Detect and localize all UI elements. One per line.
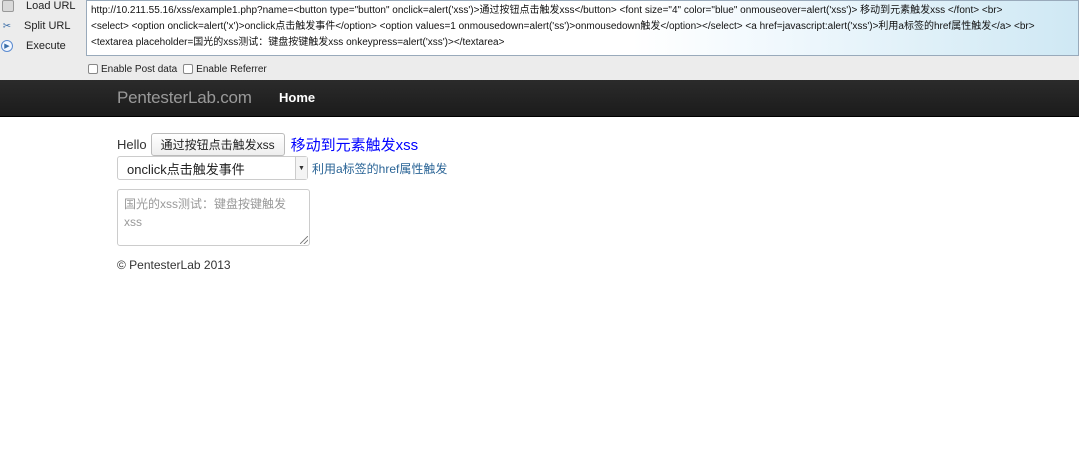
execute-button[interactable]: ▶ Execute — [0, 36, 86, 56]
load-url-button[interactable]: Load URL — [0, 0, 86, 16]
select-value: onclick点击触发事件 — [127, 161, 245, 177]
url-line: <textarea placeholder=国光的xss测试：键盘按键触发xss… — [91, 37, 505, 48]
load-url-icon — [2, 0, 14, 12]
first-row: Hello 通过按钮点击触发xss 移动到元素触发xss — [117, 133, 418, 156]
scissors-icon: ✂ — [2, 20, 12, 32]
post-data-label: Enable Post data — [101, 63, 178, 75]
footer-text: © PentesterLab 2013 — [117, 258, 231, 272]
textarea-placeholder: 国光的xss测试：键盘按键触发xss — [124, 197, 287, 229]
split-url-label: Split URL — [24, 20, 71, 32]
referrer-label: Enable Referrer — [196, 63, 267, 75]
hello-text: Hello — [117, 137, 147, 152]
hackbar-options: Enable Post data Enable Referrer — [88, 62, 273, 76]
url-line: http://10.211.55.16/xss/example1.php?nam… — [91, 5, 1003, 16]
event-select[interactable]: onclick点击触发事件 ▼ — [117, 156, 308, 180]
hackbar-sidebar: Load URL ✂ Split URL ▶ Execute — [0, 0, 86, 80]
url-line: <select> <option onclick=alert('x')>oncl… — [91, 21, 1035, 32]
execute-label: Execute — [26, 40, 66, 52]
referrer-checkbox[interactable] — [183, 64, 194, 74]
brand-link[interactable]: PentesterLab.com — [117, 88, 252, 108]
resize-grip-icon[interactable] — [300, 236, 308, 244]
play-icon: ▶ — [1, 40, 13, 52]
url-textarea[interactable]: http://10.211.55.16/xss/example1.php?nam… — [86, 0, 1079, 56]
top-navbar: PentesterLab.com Home — [0, 80, 1079, 117]
href-xss-link[interactable]: 利用a标签的href属性触发 — [312, 160, 447, 177]
nav-home-link[interactable]: Home — [279, 90, 315, 105]
xss-click-button[interactable]: 通过按钮点击触发xss — [150, 133, 285, 156]
load-url-label: Load URL — [26, 0, 76, 12]
hackbar: Load URL ✂ Split URL ▶ Execute http://10… — [0, 0, 1079, 80]
second-row: onclick点击触发事件 ▼ 利用a标签的href属性触发 — [117, 156, 447, 180]
keypress-textarea[interactable]: 国光的xss测试：键盘按键触发xss — [117, 189, 310, 246]
post-data-checkbox[interactable] — [88, 64, 98, 74]
mouseover-font-text[interactable]: 移动到元素触发xss — [291, 134, 419, 155]
split-url-button[interactable]: ✂ Split URL — [0, 16, 86, 36]
dropdown-arrow-icon[interactable]: ▼ — [295, 157, 307, 179]
